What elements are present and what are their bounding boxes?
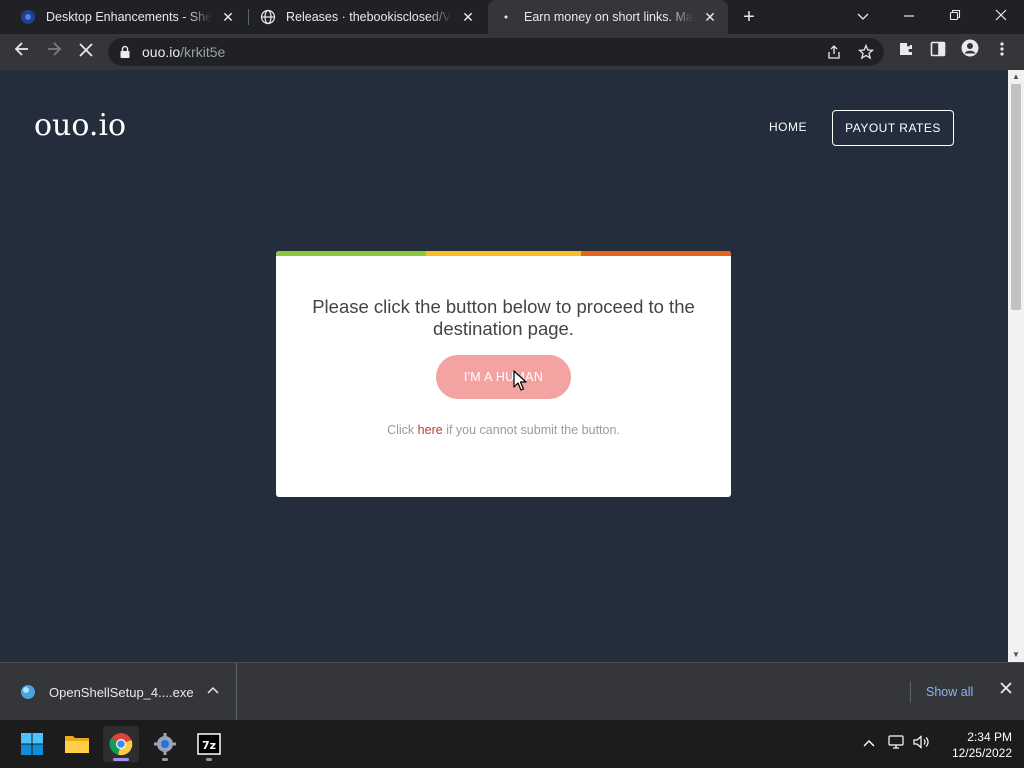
here-link[interactable]: here xyxy=(418,423,443,437)
menu-kebab-icon[interactable] xyxy=(988,38,1016,66)
shell-favicon-icon xyxy=(20,9,36,25)
show-all-button[interactable]: Show all xyxy=(926,685,973,699)
bookmark-star-icon[interactable] xyxy=(857,43,875,60)
new-tab-button[interactable]: + xyxy=(736,4,762,30)
start-button[interactable] xyxy=(14,726,50,762)
note-prefix: Click xyxy=(387,423,415,437)
note-suffix: if you cannot submit the button. xyxy=(446,423,620,437)
tab-desktop-enhancements[interactable]: Desktop Enhancements - Shell Re ✕ xyxy=(10,0,246,34)
tab-search-chevron-icon[interactable] xyxy=(840,0,886,34)
tab-ouo-active[interactable]: Earn money on short links. Make ✕ xyxy=(488,0,728,34)
windows-taskbar: 7z 2:34 PM 12/25/2022 xyxy=(0,720,1024,768)
url-host: ouo.io xyxy=(142,44,181,60)
stop-loading-button[interactable] xyxy=(72,38,100,66)
network-icon[interactable] xyxy=(888,734,906,752)
tab-separator xyxy=(248,9,249,25)
chevron-up-icon[interactable] xyxy=(205,683,221,699)
tab-close-icon[interactable]: ✕ xyxy=(220,9,236,26)
page-viewport: ouo.io HOME PAYOUT RATES Please click th… xyxy=(0,70,1008,662)
clock-time: 2:34 PM xyxy=(967,730,1012,744)
url-path: /krkit5e xyxy=(180,44,226,60)
color-bar-segment xyxy=(276,251,426,256)
site-logo[interactable]: ouo.io xyxy=(34,108,126,143)
close-download-bar-icon[interactable] xyxy=(998,682,1014,698)
clock-date: 12/25/2022 xyxy=(951,746,1012,760)
share-icon[interactable] xyxy=(826,44,842,60)
profile-avatar-icon[interactable] xyxy=(956,38,984,66)
nav-home-link[interactable]: HOME xyxy=(769,120,807,134)
browser-toolbar: ouo.io/krkit5e xyxy=(0,34,1024,70)
download-item[interactable]: OpenShellSetup_4....exe xyxy=(0,663,237,721)
7zip-icon: 7z xyxy=(197,733,221,755)
show-hidden-icons-chevron-icon[interactable] xyxy=(860,734,878,752)
running-indicator xyxy=(162,758,168,761)
forward-button[interactable] xyxy=(40,38,68,66)
active-indicator xyxy=(113,758,129,761)
close-window-button[interactable] xyxy=(978,0,1024,34)
restore-button[interactable] xyxy=(932,0,978,34)
tab-title: Desktop Enhancements - Shell Re xyxy=(46,10,212,24)
im-a-human-button[interactable]: I'M A HUMAN xyxy=(436,355,571,399)
taskbar-file-explorer[interactable] xyxy=(59,726,95,762)
windows-logo-icon xyxy=(21,733,43,755)
url-text[interactable]: ouo.io/krkit5e xyxy=(142,44,225,60)
running-indicator xyxy=(206,758,212,761)
taskbar-7zip[interactable]: 7z xyxy=(191,726,227,762)
verification-card: Please click the button below to proceed… xyxy=(276,251,731,497)
taskbar-chrome[interactable] xyxy=(103,726,139,762)
globe-icon xyxy=(260,9,276,25)
instruction-message: Please click the button below to proceed… xyxy=(312,296,695,339)
divider xyxy=(910,681,911,703)
nav-payout-rates-button[interactable]: PAYOUT RATES xyxy=(832,110,954,146)
tab-title: Releases · thebookisclosed/ViVe xyxy=(286,10,452,24)
back-button[interactable] xyxy=(8,38,36,66)
scrollbar-thumb[interactable] xyxy=(1011,84,1021,310)
download-bar: OpenShellSetup_4....exe Show all xyxy=(0,662,1024,721)
address-bar[interactable]: ouo.io/krkit5e xyxy=(108,38,884,66)
tab-close-icon[interactable]: ✕ xyxy=(702,9,718,26)
scroll-up-arrow-icon[interactable]: ▲ xyxy=(1008,70,1024,84)
svg-text:7z: 7z xyxy=(202,739,216,752)
taskbar-settings[interactable] xyxy=(147,726,183,762)
tab-releases[interactable]: Releases · thebookisclosed/ViVe ✕ xyxy=(250,0,486,34)
volume-icon[interactable] xyxy=(912,734,930,752)
tab-strip: Desktop Enhancements - Shell Re ✕ Releas… xyxy=(0,0,1024,34)
folder-icon xyxy=(65,736,89,753)
side-panel-icon[interactable] xyxy=(924,38,952,66)
page-scrollbar[interactable]: ▲ ▼ xyxy=(1008,70,1024,662)
color-bar-segment xyxy=(426,251,581,256)
fallback-note: Click here if you cannot submit the butt… xyxy=(276,423,731,437)
lock-icon[interactable] xyxy=(120,45,130,59)
setup-file-icon xyxy=(20,684,36,700)
color-bar-segment xyxy=(581,251,731,256)
tab-title: Earn money on short links. Make xyxy=(524,10,694,24)
gear-icon xyxy=(154,733,176,755)
download-filename[interactable]: OpenShellSetup_4....exe xyxy=(49,685,194,700)
tab-close-icon[interactable]: ✕ xyxy=(460,9,476,26)
taskbar-clock[interactable]: 2:34 PM 12/25/2022 xyxy=(940,729,1012,761)
chrome-icon xyxy=(109,733,133,756)
mouse-cursor-icon xyxy=(513,370,527,391)
loading-icon xyxy=(498,9,514,25)
minimize-button[interactable] xyxy=(886,0,932,34)
scroll-down-arrow-icon[interactable]: ▼ xyxy=(1008,648,1024,662)
extensions-icon[interactable] xyxy=(892,38,920,66)
